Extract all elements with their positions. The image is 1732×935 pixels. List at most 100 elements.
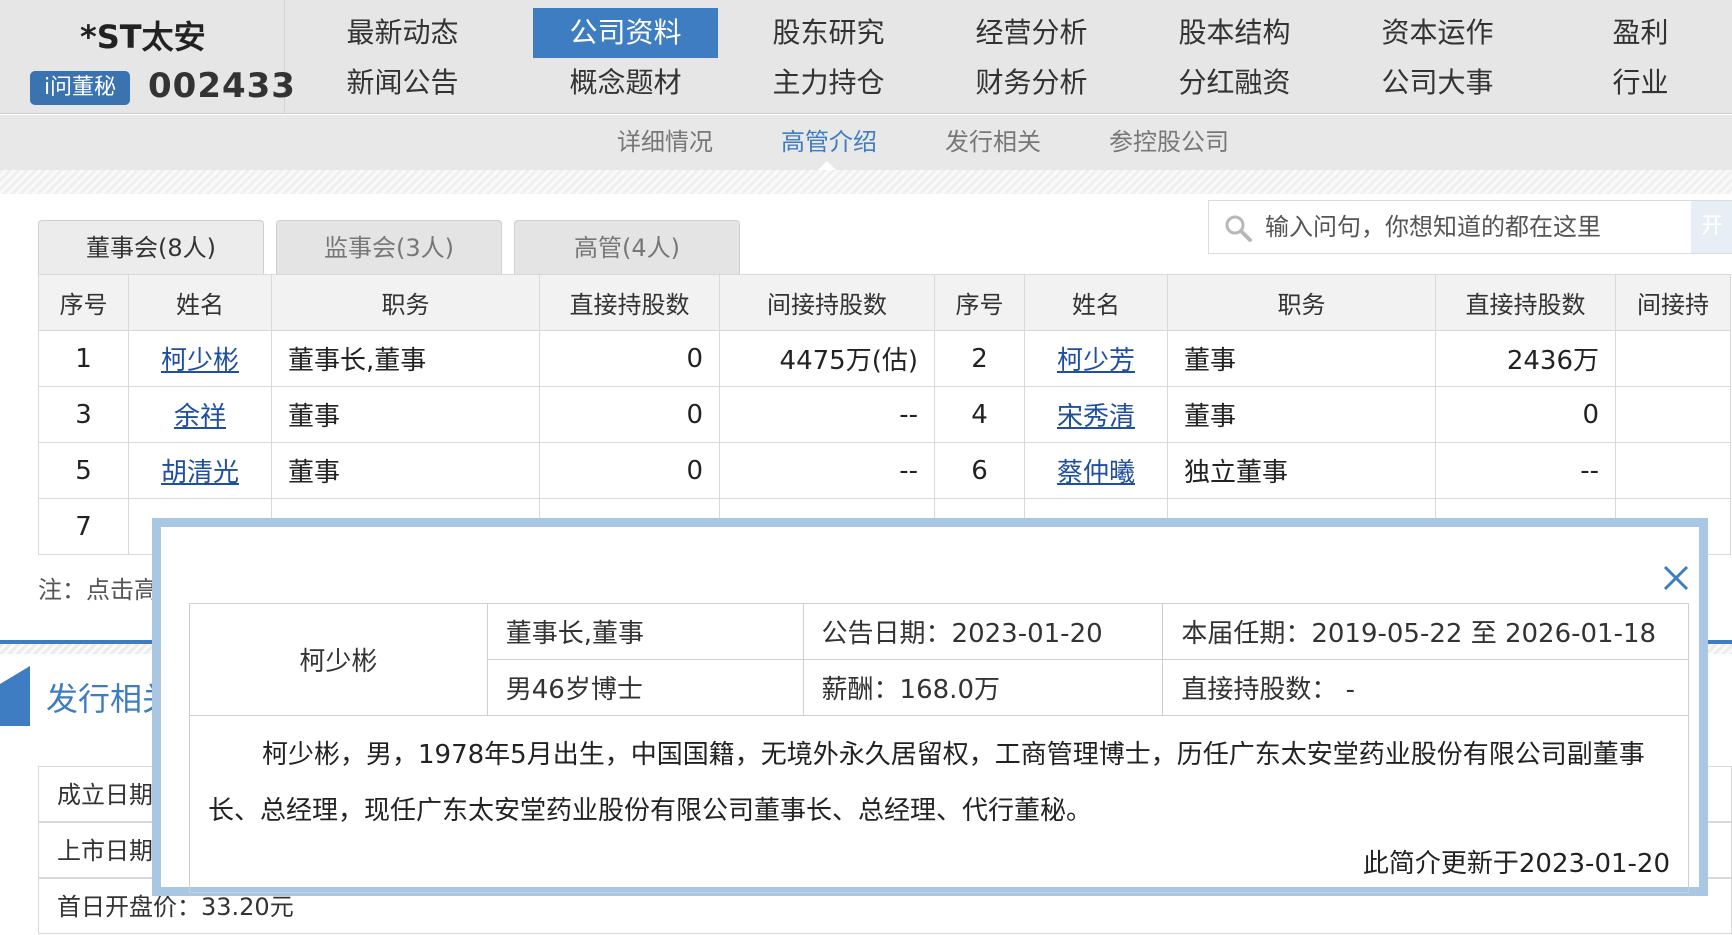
person-link[interactable]: 宋秀清 bbox=[1057, 402, 1135, 432]
nav-profit[interactable]: 盈利 bbox=[1548, 8, 1732, 58]
cell-title: 董事 bbox=[1167, 330, 1436, 387]
table-header: 序号 姓名 职务 直接持股数 间接持股数 序号 姓名 职务 直接持股数 间接持 bbox=[38, 274, 1731, 331]
nav-industry[interactable]: 行业 bbox=[1548, 58, 1732, 108]
header-indirect: 间接持股数 bbox=[719, 274, 935, 331]
search-button[interactable]: 开 bbox=[1691, 201, 1732, 253]
header-no: 序号 bbox=[38, 274, 129, 331]
nav-news-announcements[interactable]: 新闻公告 bbox=[310, 58, 495, 108]
stock-header: *ST太安 i问董秘 002433 bbox=[0, 0, 295, 114]
cell-direct: 2436万 bbox=[1435, 330, 1616, 387]
sub-nav: 详细情况 高管介绍 发行相关 参控股公司 bbox=[0, 115, 1732, 170]
subnav-issuance[interactable]: 发行相关 bbox=[945, 115, 1041, 170]
tab-executives[interactable]: 高管(4人) bbox=[514, 220, 740, 274]
search-box: 开 bbox=[1208, 200, 1732, 254]
popup-term: 本届任期：2019-05-22 至 2026-01-18 bbox=[1162, 603, 1689, 660]
popup-summary-table: 柯少彬 董事长,董事 公告日期：2023-01-20 本届任期：2019-05-… bbox=[189, 603, 1689, 716]
cell-no: 1 bbox=[38, 330, 129, 387]
cell-no: 2 bbox=[934, 330, 1025, 387]
nav-main-holdings[interactable]: 主力持仓 bbox=[736, 58, 921, 108]
nav-company-events[interactable]: 公司大事 bbox=[1345, 58, 1530, 108]
stock-name: *ST太安 bbox=[80, 18, 206, 56]
cell-title: 董事 bbox=[1167, 386, 1436, 443]
cell-no: 5 bbox=[38, 442, 129, 499]
cell-indirect: -- bbox=[719, 442, 935, 499]
cell-title: 董事长,董事 bbox=[271, 330, 540, 387]
ask-secretary-button[interactable]: i问董秘 bbox=[30, 71, 130, 105]
cell-name: 胡清光 bbox=[128, 442, 272, 499]
stock-code: 002433 bbox=[148, 66, 296, 106]
section-flag-icon bbox=[0, 666, 30, 726]
cell-name: 蔡仲曦 bbox=[1024, 442, 1168, 499]
nav-latest-news[interactable]: 最新动态 bbox=[310, 8, 495, 58]
header-direct: 直接持股数 bbox=[539, 274, 720, 331]
nav-operation-analysis[interactable]: 经营分析 bbox=[939, 8, 1124, 58]
cell-indirect bbox=[1615, 442, 1731, 499]
board-table: 序号 姓名 职务 直接持股数 间接持股数 序号 姓名 职务 直接持股数 间接持 … bbox=[38, 274, 1731, 555]
cell-indirect bbox=[1615, 330, 1731, 387]
popup-person-name: 柯少彬 bbox=[189, 603, 488, 716]
cell-indirect: -- bbox=[719, 386, 935, 443]
cell-name: 柯少彬 bbox=[128, 330, 272, 387]
popup-announce-date: 公告日期：2023-01-20 bbox=[802, 603, 1164, 660]
cell-direct: 0 bbox=[539, 330, 720, 387]
popup-bio-text: 柯少彬，男，1978年5月出生，中国国籍，无境外永久居留权，工商管理博士，历任广… bbox=[208, 740, 1645, 826]
cell-title: 董事 bbox=[271, 386, 540, 443]
popup-role: 董事长,董事 bbox=[486, 603, 804, 660]
divider-stripe bbox=[0, 170, 1732, 194]
subnav-details[interactable]: 详细情况 bbox=[617, 115, 713, 170]
cell-name: 柯少芳 bbox=[1024, 330, 1168, 387]
main-nav: 最新动态 公司资料 股东研究 经营分析 股本结构 资本运作 盈利 新闻公告 概念… bbox=[290, 8, 1732, 108]
nav-financial-analysis[interactable]: 财务分析 bbox=[939, 58, 1124, 108]
popup-salary: 薪酬：168.0万 bbox=[802, 659, 1164, 716]
table-note: 注：点击高 bbox=[38, 576, 158, 604]
header-direct: 直接持股数 bbox=[1435, 274, 1616, 331]
cell-name: 余祥 bbox=[128, 386, 272, 443]
cell-indirect bbox=[1615, 386, 1731, 443]
header-no: 序号 bbox=[934, 274, 1025, 331]
nav-company-info[interactable]: 公司资料 bbox=[533, 8, 718, 58]
nav-concepts[interactable]: 概念题材 bbox=[533, 58, 718, 108]
close-icon[interactable] bbox=[1661, 563, 1691, 593]
person-link[interactable]: 柯少彬 bbox=[161, 346, 239, 376]
person-link[interactable]: 柯少芳 bbox=[1057, 346, 1135, 376]
top-nav: *ST太安 i问董秘 002433 最新动态 公司资料 股东研究 经营分析 股本… bbox=[0, 0, 1732, 114]
person-link[interactable]: 余祥 bbox=[174, 402, 226, 432]
executive-popup: 柯少彬 董事长,董事 公告日期：2023-01-20 本届任期：2019-05-… bbox=[152, 518, 1708, 896]
active-subnav-caret-icon bbox=[818, 161, 836, 170]
nav-dividends-financing[interactable]: 分红融资 bbox=[1142, 58, 1327, 108]
popup-profile: 男46岁博士 bbox=[486, 659, 804, 716]
cell-name: 宋秀清 bbox=[1024, 386, 1168, 443]
person-link[interactable]: 胡清光 bbox=[161, 458, 239, 488]
popup-direct-shares: 直接持股数： - bbox=[1162, 659, 1689, 716]
person-link[interactable]: 蔡仲曦 bbox=[1057, 458, 1135, 488]
cell-direct: 0 bbox=[1435, 386, 1616, 443]
subnav-subsidiaries[interactable]: 参控股公司 bbox=[1109, 115, 1229, 170]
header-name: 姓名 bbox=[1024, 274, 1168, 331]
nav-capital-operation[interactable]: 资本运作 bbox=[1345, 8, 1530, 58]
cell-title: 独立董事 bbox=[1167, 442, 1436, 499]
cell-no: 7 bbox=[38, 498, 129, 555]
popup-bio-box: 柯少彬，男，1978年5月出生，中国国籍，无境外永久居留权，工商管理博士，历任广… bbox=[189, 715, 1689, 893]
table-row: 5 胡清光 董事 0 -- 6 蔡仲曦 独立董事 -- bbox=[38, 442, 1731, 499]
cell-direct: 0 bbox=[539, 442, 720, 499]
nav-capital-structure[interactable]: 股本结构 bbox=[1142, 8, 1327, 58]
cell-title: 董事 bbox=[271, 442, 540, 499]
cell-no: 4 bbox=[934, 386, 1025, 443]
table-row: 1 柯少彬 董事长,董事 0 4475万(估) 2 柯少芳 董事 2436万 bbox=[38, 330, 1731, 387]
search-icon bbox=[1225, 215, 1252, 242]
header-title: 职务 bbox=[1167, 274, 1436, 331]
cell-no: 6 bbox=[934, 442, 1025, 499]
header-name: 姓名 bbox=[128, 274, 272, 331]
tab-board[interactable]: 董事会(8人) bbox=[38, 220, 264, 274]
tab-supervisors[interactable]: 监事会(3人) bbox=[276, 220, 502, 274]
cell-no: 3 bbox=[38, 386, 129, 443]
nav-shareholder-research[interactable]: 股东研究 bbox=[736, 8, 921, 58]
table-row: 3 余祥 董事 0 -- 4 宋秀清 董事 0 bbox=[38, 386, 1731, 443]
header-indirect: 间接持 bbox=[1615, 274, 1731, 331]
header-title: 职务 bbox=[271, 274, 540, 331]
cell-direct: 0 bbox=[539, 386, 720, 443]
cell-direct: -- bbox=[1435, 442, 1616, 499]
popup-bio-updated: 此简介更新于2023-01-20 bbox=[1362, 849, 1670, 879]
search-input[interactable] bbox=[1265, 207, 1665, 247]
cell-indirect: 4475万(估) bbox=[719, 330, 935, 387]
